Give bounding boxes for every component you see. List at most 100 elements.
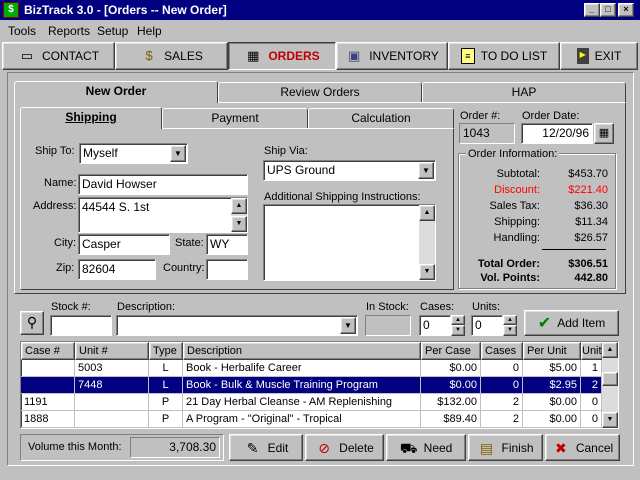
cancel-button[interactable]: ✖ Cancel <box>545 434 620 461</box>
address-scrollbar[interactable]: ▲ ▼ <box>231 198 247 232</box>
door-icon: ▶ <box>576 48 589 64</box>
description-select[interactable]: ▼ <box>116 315 358 336</box>
order-info-values: Subtotal: $453.70 Discount: $221.40 Sales … <box>458 166 608 286</box>
need-button[interactable]: ⛟ Need <box>386 434 466 461</box>
table-cell: 1191 <box>21 394 75 411</box>
table-cell: $0.00 <box>523 411 581 428</box>
city-field[interactable]: Casper <box>78 234 170 255</box>
table-cell: Book - Bulk & Muscle Training Program <box>183 377 421 394</box>
description-label: Description: <box>117 301 176 313</box>
scroll-down-icon[interactable]: ▼ <box>231 216 247 232</box>
biztrack-logo-icon[interactable]: $ <box>3 2 19 18</box>
sales-tax-label: Sales Tax: <box>489 200 540 212</box>
search-icon[interactable]: ⚲ <box>20 311 44 335</box>
column-header[interactable]: Unit # <box>75 342 149 360</box>
zip-field[interactable]: 82604 <box>78 259 156 280</box>
chevron-down-icon[interactable]: ▼ <box>340 317 356 334</box>
menu-tools[interactable]: Tools <box>8 24 36 38</box>
table-cell: $0.00 <box>523 394 581 411</box>
inventory-button[interactable]: ▣ INVENTORY <box>336 42 448 70</box>
units-down-icon[interactable]: ▼ <box>503 325 517 336</box>
name-field[interactable]: David Howser <box>78 174 248 195</box>
scroll-thumb[interactable] <box>602 372 618 386</box>
handling-label: Handling: <box>493 232 540 244</box>
instructions-scrollbar[interactable]: ▲ ▼ <box>419 205 435 280</box>
scroll-down-icon[interactable]: ▼ <box>602 412 618 428</box>
table-cell: 5003 <box>75 360 149 377</box>
table-cell <box>75 411 149 428</box>
menu-help[interactable]: Help <box>137 24 162 38</box>
table-cell: $0.00 <box>421 360 481 377</box>
table-cell: P <box>149 411 183 428</box>
add-item-button[interactable]: ✔ Add Item <box>524 310 619 336</box>
maximize-button[interactable]: □ <box>600 3 616 17</box>
order-items-grid[interactable]: Case # Unit # Type Description Per Case … <box>20 341 619 429</box>
table-cell: A Program - "Original" - Tropical <box>183 411 421 428</box>
sales-button[interactable]: $ SALES <box>115 42 228 70</box>
units-field[interactable]: 0 <box>471 315 503 336</box>
scroll-up-icon[interactable]: ▲ <box>419 205 435 221</box>
tab-payment[interactable]: Payment <box>162 108 308 128</box>
tab-new-order[interactable]: New Order <box>14 81 218 103</box>
stock-number-label: Stock #: <box>51 301 91 313</box>
column-header[interactable]: Description <box>183 342 421 360</box>
contact-button[interactable]: ▭ CONTACT <box>2 42 115 70</box>
vol-points-value: 442.80 <box>574 272 608 284</box>
cart-icon: ⛟ <box>399 439 418 456</box>
ship-via-select[interactable]: UPS Ground ▼ <box>263 160 436 181</box>
x-icon: ✖ <box>554 439 567 456</box>
minimize-button[interactable]: _ <box>584 3 600 17</box>
chevron-down-icon[interactable]: ▼ <box>418 162 434 179</box>
tab-review-orders[interactable]: Review Orders <box>218 82 422 102</box>
cases-up-icon[interactable]: ▲ <box>451 315 465 325</box>
toolbar: ▭ CONTACT $ SALES ▦ ORDERS ▣ INVENTORY ≡ TO D… <box>2 42 638 70</box>
table-cell: $2.95 <box>523 377 581 394</box>
tab-shipping[interactable]: Shipping <box>20 107 162 129</box>
table-cell: 0 <box>581 411 602 428</box>
scroll-down-icon[interactable]: ▼ <box>419 264 435 280</box>
title-bar[interactable]: $ BizTrack 3.0 - [Orders -- New Order] _… <box>0 0 640 20</box>
todo-list-button[interactable]: ≡ TO DO LIST <box>448 42 560 70</box>
grid-scrollbar[interactable]: ▲ ▼ <box>602 342 618 428</box>
ship-to-select[interactable]: Myself ▼ <box>79 143 188 164</box>
edit-icon: ✎ <box>246 439 259 456</box>
close-button[interactable]: × <box>618 3 634 17</box>
column-header[interactable]: Per Case <box>421 342 481 360</box>
total-order-value: $306.51 <box>568 258 608 270</box>
scroll-up-icon[interactable]: ▲ <box>231 198 247 214</box>
finish-button[interactable]: ▤ Finish <box>468 434 543 461</box>
chevron-down-icon[interactable]: ▼ <box>170 145 186 162</box>
cases-down-icon[interactable]: ▼ <box>451 325 465 336</box>
exit-button[interactable]: ▶ EXIT <box>560 42 638 70</box>
scroll-up-icon[interactable]: ▲ <box>602 342 618 358</box>
column-header[interactable]: Units <box>581 342 603 360</box>
tab-hap[interactable]: HAP <box>422 82 626 102</box>
column-header[interactable]: Case # <box>21 342 75 360</box>
delete-button[interactable]: ⊘ Delete <box>305 434 384 461</box>
stock-number-field[interactable] <box>50 315 112 336</box>
cases-field[interactable]: 0 <box>419 315 451 336</box>
order-date-field[interactable]: 12/20/96 <box>521 123 593 144</box>
table-cell: $132.00 <box>421 394 481 411</box>
table-cell: 1 <box>581 360 602 377</box>
menu-setup[interactable]: Setup <box>97 24 128 38</box>
table-cell <box>75 394 149 411</box>
address-field[interactable]: 44544 S. 1st ▲ ▼ <box>78 197 248 233</box>
orders-button[interactable]: ▦ ORDERS <box>228 42 336 70</box>
table-cell: 0 <box>481 377 523 394</box>
column-header[interactable]: Cases <box>481 342 523 360</box>
column-header[interactable]: Type <box>149 342 183 360</box>
table-cell: 7448 <box>75 377 149 394</box>
checkmark-icon: ✔ <box>537 315 552 332</box>
calendar-icon[interactable]: ▦ <box>594 123 614 144</box>
order-number-label: Order #: <box>460 110 501 122</box>
instructions-field[interactable]: ▲ ▼ <box>263 204 436 281</box>
column-header[interactable]: Per Unit <box>523 342 581 360</box>
edit-button[interactable]: ✎ Edit <box>229 434 303 461</box>
units-up-icon[interactable]: ▲ <box>503 315 517 325</box>
state-field[interactable]: WY <box>206 234 248 255</box>
menu-reports[interactable]: Reports <box>48 24 90 38</box>
country-field[interactable] <box>206 259 248 280</box>
tab-calculation[interactable]: Calculation <box>308 108 454 128</box>
volume-label: Volume this Month: <box>28 441 122 453</box>
